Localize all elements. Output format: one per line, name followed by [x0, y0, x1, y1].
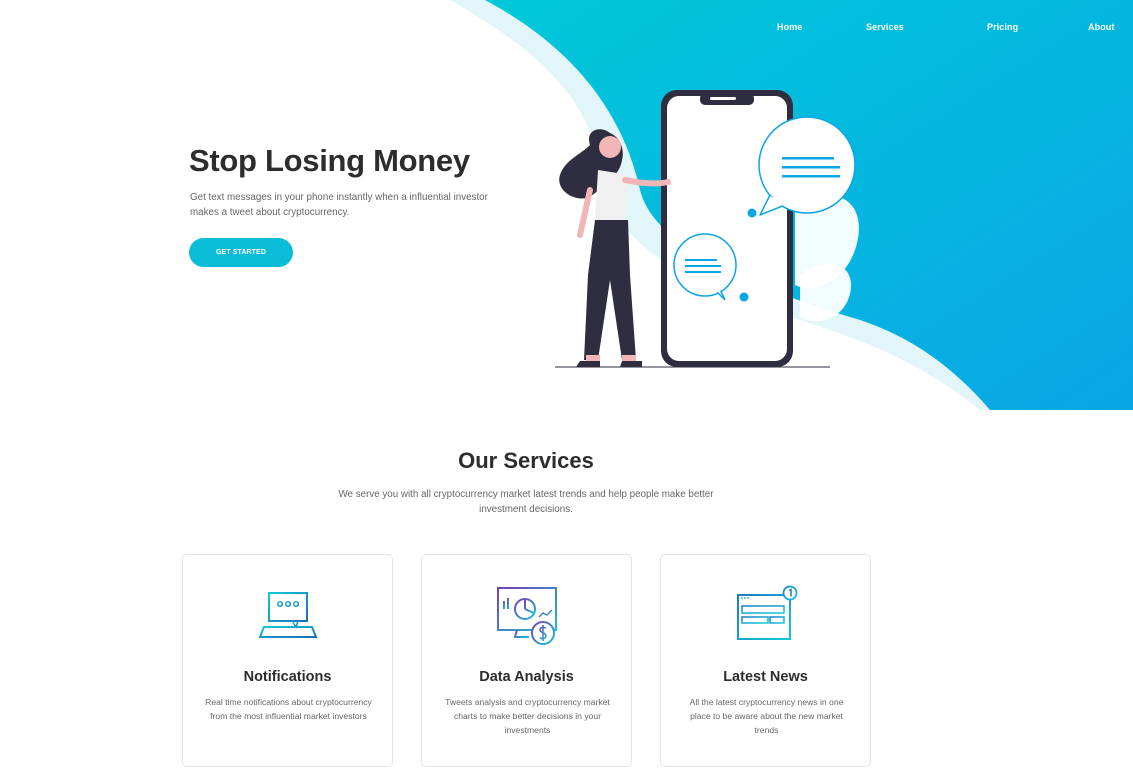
- monitor-chart-dollar-icon: [497, 587, 557, 645]
- browser-news-icon: [737, 585, 798, 640]
- nav-about-link[interactable]: About: [1088, 22, 1115, 32]
- nav-services-link[interactable]: Services: [866, 22, 904, 32]
- service-card-title: Data Analysis: [479, 669, 574, 685]
- get-started-button[interactable]: GET STARTED: [189, 238, 293, 267]
- services-subtitle: We serve you with all cryptocurrency mar…: [338, 489, 714, 515]
- hero-subtitle: Get text messages in your phone instantl…: [190, 192, 488, 218]
- service-card-latest-news: Latest News All the latest cryptocurrenc…: [660, 554, 871, 767]
- service-card-title: Notifications: [243, 669, 332, 685]
- nav-pricing-link[interactable]: Pricing: [987, 22, 1018, 32]
- service-card-text: Real time notifications about cryptocurr…: [205, 697, 372, 721]
- service-card-text: All the latest cryptocurrency news in on…: [689, 697, 844, 735]
- top-nav: Home Services Pricing About: [0, 22, 1133, 36]
- service-card-data-analysis: Data Analysis Tweets analysis and crypto…: [421, 554, 632, 767]
- hero-title: Stop Losing Money: [189, 143, 470, 178]
- services-title: Our Services: [458, 448, 594, 473]
- laptop-chat-icon: [258, 592, 318, 638]
- woman-phone-illustration: [555, 90, 859, 368]
- service-card-title: Latest News: [723, 669, 808, 685]
- service-card-text: Tweets analysis and cryptocurrency marke…: [445, 697, 610, 735]
- nav-home-link[interactable]: Home: [777, 22, 802, 32]
- service-card-notifications: Notifications Real time notifications ab…: [182, 554, 393, 767]
